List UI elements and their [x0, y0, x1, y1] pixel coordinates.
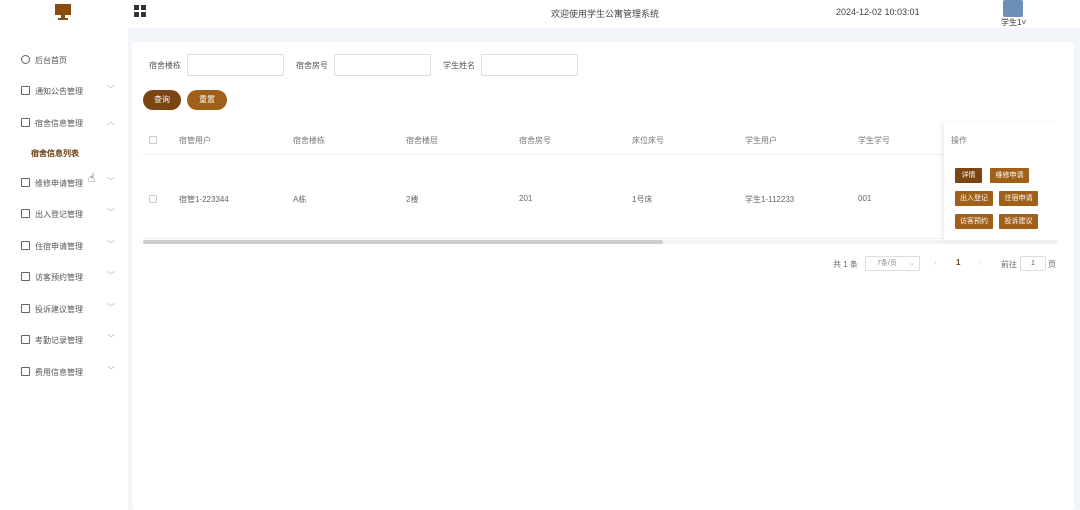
sidebar-item-visitor[interactable]: 访客预约管理 ﹀	[0, 267, 128, 287]
sidebar-item-label: 出入登记管理	[35, 210, 83, 219]
user-avatar[interactable]	[1003, 0, 1023, 17]
chevron-down-icon: ﹀	[107, 334, 115, 343]
sidebar-item-notice[interactable]: 通知公告管理 ﹀	[0, 81, 128, 101]
doc-icon	[21, 241, 30, 250]
sidebar: 后台首页 通知公告管理 ﹀ 宿舍信息管理 ︿ 宿舍信息列表 维修申请管理 ﹀ 出…	[0, 28, 128, 510]
sidebar-item-label: 投诉建议管理	[35, 305, 83, 314]
next-page-button[interactable]: ›	[979, 258, 982, 267]
table-cell: A栋	[293, 195, 307, 204]
complaint-button[interactable]: 投诉建议	[999, 214, 1038, 229]
table-cell: 1号床	[632, 195, 653, 204]
top-header: 欢迎使用学生公寓管理系统 2024-12-02 10:03:01 学生1˅	[0, 0, 1080, 28]
chevron-down-icon: ﹀	[107, 271, 115, 280]
table-cell: 2楼	[406, 195, 419, 204]
chevron-down-icon: ﹀	[107, 208, 115, 217]
chevron-down-icon: ﹀	[107, 303, 115, 312]
sidebar-item-access[interactable]: 出入登记管理 ﹀	[0, 204, 128, 224]
user-menu[interactable]: 学生1˅	[1001, 17, 1026, 28]
pagination-total: 共 1 条	[833, 260, 858, 269]
sidebar-item-dorm-info[interactable]: 宿舍信息管理 ︿	[0, 113, 128, 133]
sidebar-item-label: 维修申请管理	[35, 179, 83, 188]
prev-page-button[interactable]: ‹	[934, 258, 937, 267]
sidebar-item-label: 宿舍信息管理	[35, 119, 83, 128]
table-row: 宿管1-223344 A栋 2楼 201 1号床 学生1-112233 001	[143, 155, 1058, 239]
accommodation-apply-button[interactable]: 住宿申请	[999, 191, 1038, 206]
page-number[interactable]: 1	[956, 258, 960, 267]
column-header: 宿管用户	[179, 136, 211, 145]
table-cell: 宿管1-223344	[179, 195, 229, 204]
sidebar-item-complaint[interactable]: 投诉建议管理 ﹀	[0, 299, 128, 319]
column-header: 学生学号	[858, 136, 890, 145]
sidebar-item-attendance[interactable]: 考勤记录管理 ﹀	[0, 330, 128, 350]
reset-button[interactable]: 重置	[187, 90, 227, 110]
doc-icon	[21, 118, 30, 127]
building-label: 宿舍楼栋	[149, 61, 181, 70]
scrollbar-thumb[interactable]	[143, 240, 663, 244]
table-cell: 学生1-112233	[745, 195, 795, 204]
page-size-value: 7条/页	[877, 260, 897, 267]
detail-button[interactable]: 详情	[955, 168, 982, 183]
doc-icon	[21, 304, 30, 313]
chevron-down-icon: ﹀	[107, 366, 115, 375]
chevron-up-icon: ︿	[107, 117, 115, 126]
building-input[interactable]	[187, 54, 284, 76]
chevron-down-icon: ﹀	[107, 85, 115, 94]
access-register-button[interactable]: 出入登记	[955, 191, 993, 206]
chevron-down-icon: ⌄	[909, 260, 915, 267]
table-cell: 201	[519, 194, 533, 203]
doc-icon	[21, 86, 30, 95]
column-header: 操作	[951, 136, 967, 145]
computer-logo-icon[interactable]	[54, 3, 72, 21]
goto-page-input[interactable]: 1	[1020, 256, 1046, 271]
room-label: 宿舍房号	[296, 61, 328, 70]
column-header: 学生用户	[745, 136, 777, 145]
select-all-checkbox[interactable]	[149, 136, 157, 144]
main-panel: 宿舍楼栋 宿舍房号 学生姓名 查询 重置 宿管用户 宿舍楼栋 宿舍楼层 宿舍房号…	[132, 42, 1074, 510]
doc-icon	[21, 209, 30, 218]
user-name: 学生1	[1001, 18, 1022, 27]
doc-icon	[21, 178, 30, 187]
column-header: 宿舍房号	[519, 136, 551, 145]
sidebar-item-accommodation[interactable]: 住宿申请管理 ﹀	[0, 236, 128, 256]
query-button[interactable]: 查询	[143, 90, 181, 110]
sidebar-subitem-dorm-list[interactable]: 宿舍信息列表	[0, 142, 128, 164]
row-checkbox[interactable]	[149, 195, 157, 203]
sidebar-item-label: 宿舍信息列表	[31, 149, 79, 158]
doc-icon	[21, 272, 30, 281]
sidebar-item-label: 访客预约管理	[35, 273, 83, 282]
table-cell: 001	[858, 194, 872, 203]
page-size-select[interactable]: 7条/页 ⌄	[865, 256, 920, 271]
sidebar-item-label: 通知公告管理	[35, 87, 83, 96]
column-header: 床位床号	[632, 136, 664, 145]
doc-icon	[21, 335, 30, 344]
goto-label: 前往	[1001, 260, 1017, 269]
repair-apply-button[interactable]: 维修申请	[990, 168, 1029, 183]
sidebar-item-label: 考勤记录管理	[35, 336, 83, 345]
operations-column: 操作 详情 维修申请 出入登记 住宿申请 访客预约 投诉建议	[944, 122, 1060, 240]
sidebar-item-label: 住宿申请管理	[35, 242, 83, 251]
table-header: 宿管用户 宿舍楼栋 宿舍楼层 宿舍房号 床位床号 学生用户 学生学号	[143, 127, 1058, 155]
page-title: 欢迎使用学生公寓管理系统	[550, 9, 659, 19]
chevron-down-icon: ﹀	[107, 240, 115, 249]
column-header: 宿舍楼层	[406, 136, 438, 145]
sidebar-item-fees[interactable]: 费用信息管理 ﹀	[0, 362, 128, 382]
datetime-display: 2024-12-02 10:03:01	[836, 7, 920, 17]
hand-cursor-icon: ☝	[88, 171, 96, 185]
column-header: 宿舍楼栋	[293, 136, 325, 145]
sidebar-item-label: 费用信息管理	[35, 368, 83, 377]
room-input[interactable]	[334, 54, 431, 76]
visitor-booking-button[interactable]: 访客预约	[955, 214, 993, 229]
student-input[interactable]	[481, 54, 578, 76]
doc-icon	[21, 367, 30, 376]
menu-grid-icon[interactable]	[134, 5, 146, 17]
page-suffix-label: 页	[1048, 260, 1056, 269]
chevron-down-icon: ﹀	[107, 177, 115, 186]
sidebar-item-repair[interactable]: 维修申请管理 ﹀	[0, 173, 128, 193]
chevron-down-icon: ˅	[1021, 18, 1027, 27]
sidebar-item-home[interactable]: 后台首页	[0, 50, 128, 70]
sidebar-item-label: 后台首页	[35, 56, 67, 65]
clock-icon	[21, 55, 30, 64]
student-label: 学生姓名	[443, 61, 475, 70]
